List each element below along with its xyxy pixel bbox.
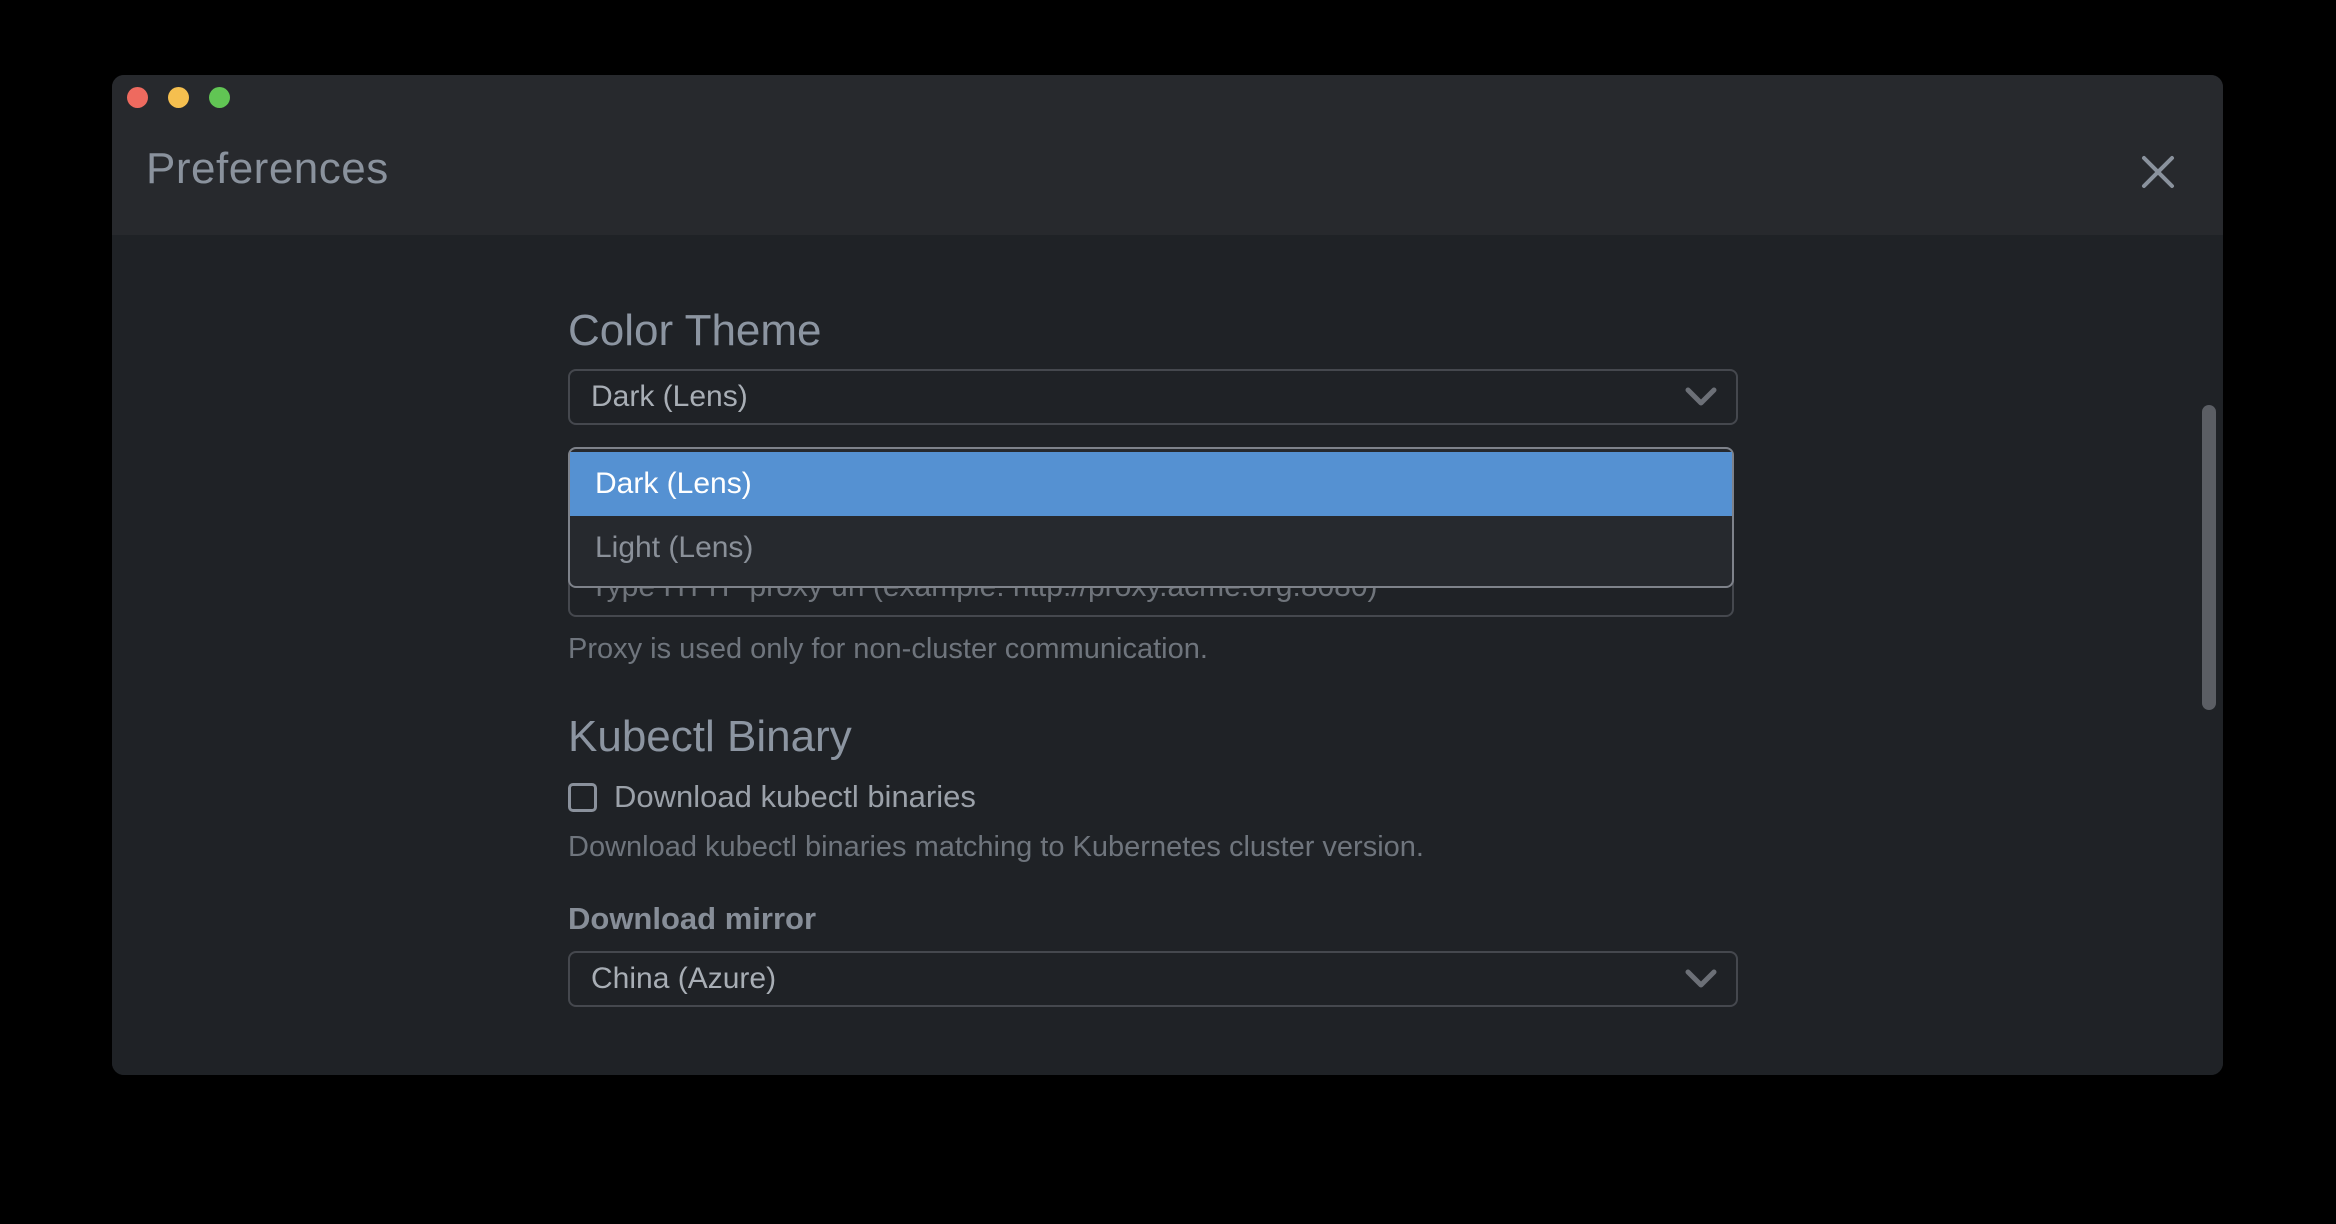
dropdown-option-dark-lens[interactable]: Dark (Lens) [570,452,1732,516]
preferences-window: Preferences Color Theme Dark (Lens) [112,75,2223,1075]
preferences-content: Color Theme Dark (Lens) Dark (Lens) Ligh… [112,235,2223,1075]
close-dialog-button[interactable] [2138,152,2178,192]
download-mirror-select[interactable]: China (Azure) [568,951,1738,1007]
checkbox-unchecked-icon[interactable] [568,783,597,812]
scrollbar-thumb[interactable] [2202,405,2216,710]
close-icon [2138,152,2178,192]
color-theme-select[interactable]: Dark (Lens) [568,369,1738,425]
kubectl-helper-text: Download kubectl binaries matching to Ku… [568,831,1424,864]
color-theme-select-value: Dark (Lens) [591,380,1684,414]
kubectl-binary-heading: Kubectl Binary [568,713,852,761]
chevron-down-icon [1684,968,1718,990]
proxy-helper-text: Proxy is used only for non-cluster commu… [568,633,1208,666]
download-kubectl-checkbox-label: Download kubectl binaries [614,779,976,815]
close-window-icon[interactable] [127,87,148,108]
dropdown-option-light-lens[interactable]: Light (Lens) [570,516,1732,580]
download-kubectl-checkbox-row[interactable]: Download kubectl binaries [568,779,976,815]
chevron-down-icon [1684,386,1718,408]
color-theme-heading: Color Theme [568,307,822,355]
color-theme-dropdown-menu: Dark (Lens) Light (Lens) [568,447,1734,588]
download-mirror-label: Download mirror [568,901,816,937]
zoom-window-icon[interactable] [209,87,230,108]
minimize-window-icon[interactable] [168,87,189,108]
download-mirror-select-value: China (Azure) [591,962,1684,996]
titlebar: Preferences [112,75,2223,235]
traffic-lights [127,87,230,108]
page-title: Preferences [146,144,389,194]
